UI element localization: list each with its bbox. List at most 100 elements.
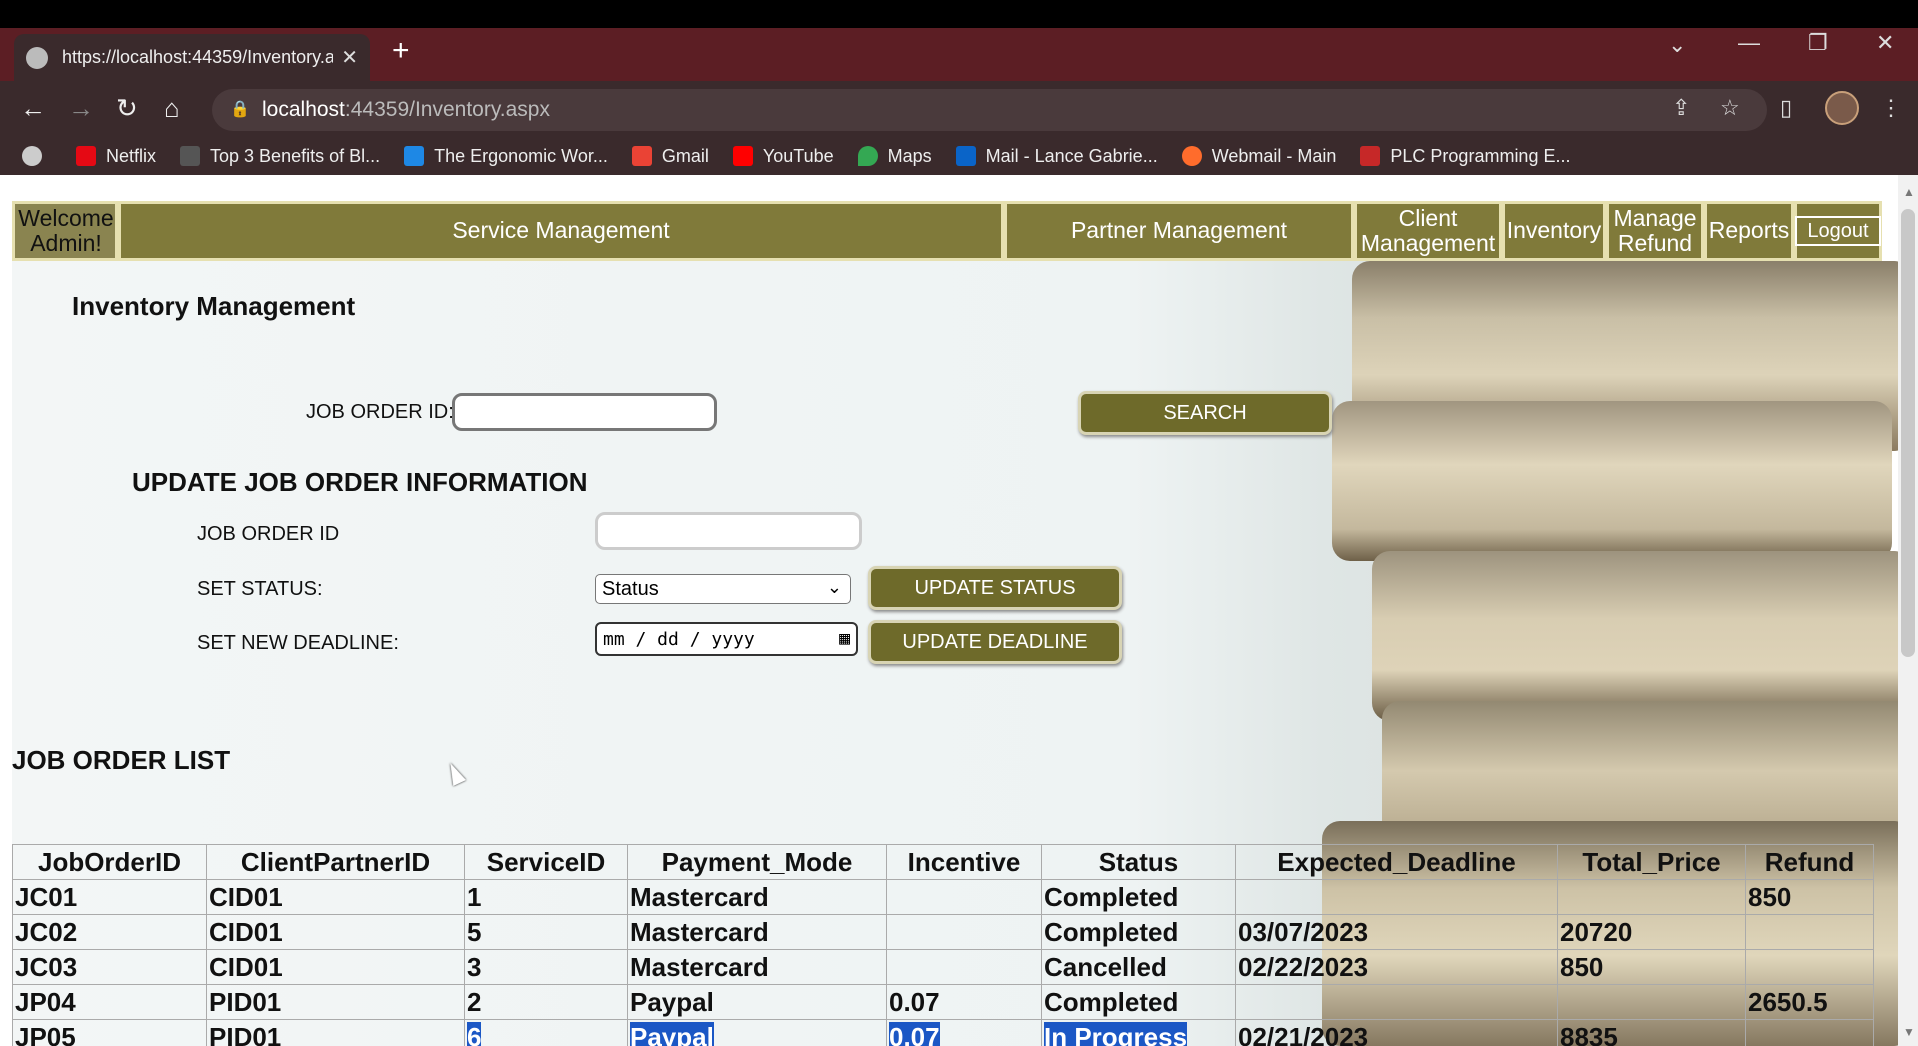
col-payment-mode: Payment_Mode <box>627 844 887 880</box>
cell: Mastercard <box>627 879 887 915</box>
menu-kebab-icon[interactable]: ⋮ <box>1880 95 1902 121</box>
site-icon <box>180 146 201 166</box>
forward-button[interactable]: → <box>68 93 94 124</box>
bookmark-top3[interactable]: Top 3 Benefits of Bl... <box>180 146 380 167</box>
minimize-button[interactable]: — <box>1738 30 1760 56</box>
status-select[interactable]: Status ⌄ <box>595 574 851 604</box>
menu-partner-management[interactable]: Partner Management <box>1004 201 1354 261</box>
cell <box>1745 914 1874 950</box>
search-button[interactable]: SEARCH <box>1078 391 1332 435</box>
deadline-date-input[interactable]: mm / dd / yyyy ▦ <box>595 622 858 656</box>
table-header-row: JobOrderID ClientPartnerID ServiceID Pay… <box>12 844 1874 880</box>
netflix-icon <box>76 146 96 166</box>
bookmark-ergonomic[interactable]: The Ergonomic Wor... <box>404 146 608 167</box>
job-order-id-input[interactable] <box>595 512 862 550</box>
side-panel-icon[interactable]: ▯ <box>1780 95 1792 121</box>
cell: JC01 <box>12 879 207 915</box>
browser-tab[interactable]: https://localhost:44359/Inventory.aspx ✕ <box>14 34 370 81</box>
outlook-icon <box>955 146 976 166</box>
update-deadline-button[interactable]: UPDATE DEADLINE <box>868 620 1122 664</box>
menu-reports[interactable]: Reports <box>1704 201 1794 261</box>
back-button[interactable]: ← <box>20 93 46 124</box>
bookmark-gmail[interactable]: Gmail <box>631 146 709 167</box>
bookmark-netflix[interactable]: Netflix <box>76 146 156 167</box>
selected-text: In Progress <box>1044 1021 1188 1046</box>
bookmark-star-icon[interactable]: ☆ <box>1720 95 1740 121</box>
job-order-id-label: JOB ORDER ID <box>197 523 340 545</box>
bookmark-mail[interactable]: Mail - Lance Gabrie... <box>955 146 1158 167</box>
cell: In Progress <box>1041 1019 1236 1046</box>
cell <box>1235 984 1558 1020</box>
restore-button[interactable]: ❐ <box>1808 30 1828 56</box>
share-icon[interactable]: ⇪ <box>1672 95 1690 121</box>
table-row: JC01 CID01 1 Mastercard Completed 850 <box>12 879 1874 915</box>
menu-inventory[interactable]: Inventory <box>1502 201 1606 261</box>
cell: 6 <box>464 1019 628 1046</box>
cell: JC03 <box>12 949 207 985</box>
menu-client-management[interactable]: Client Management <box>1354 201 1502 261</box>
globe-icon <box>26 46 48 69</box>
apps-icon[interactable] <box>22 146 52 166</box>
cell: Completed <box>1041 914 1236 950</box>
table-row: JC02 CID01 5 Mastercard Completed 03/07/… <box>12 914 1874 950</box>
scroll-up-icon[interactable]: ▲ <box>1903 185 1915 199</box>
bookmark-youtube[interactable]: YouTube <box>732 146 834 167</box>
cell <box>1745 949 1874 985</box>
logout-button[interactable]: Logout <box>1795 216 1881 246</box>
cell <box>1235 879 1558 915</box>
close-tab-icon[interactable]: ✕ <box>341 45 358 70</box>
home-button[interactable]: ⌂ <box>164 93 180 124</box>
lock-icon: 🔒 <box>230 101 250 118</box>
cell <box>1745 1019 1874 1046</box>
col-clientpartnerid: ClientPartnerID <box>206 844 465 880</box>
search-job-order-input[interactable] <box>452 393 717 431</box>
cell: 03/07/2023 <box>1235 914 1558 950</box>
col-refund: Refund <box>1745 844 1874 880</box>
page-scrollbar[interactable]: ▲ ▼ <box>1898 175 1918 1046</box>
cell: 0.07 <box>886 1019 1042 1046</box>
cell: Cancelled <box>1041 949 1236 985</box>
cell: Completed <box>1041 984 1236 1020</box>
web-page: Welcome Admin! Service Management Partne… <box>0 175 1898 1046</box>
cell: 850 <box>1745 879 1874 915</box>
col-expected-deadline: Expected_Deadline <box>1235 844 1558 880</box>
col-serviceid: ServiceID <box>464 844 628 880</box>
reload-button[interactable]: ↻ <box>116 93 138 124</box>
tab-strip: https://localhost:44359/Inventory.aspx ✕… <box>0 28 1918 81</box>
bookmark-plc[interactable]: PLC Programming E... <box>1360 146 1570 167</box>
bookmark-maps[interactable]: Maps <box>857 146 932 167</box>
address-bar[interactable]: 🔒 localhost:44359/Inventory.aspx <box>212 89 1767 131</box>
new-tab-button[interactable]: + <box>392 34 410 68</box>
scrollbar-thumb[interactable] <box>1901 209 1915 657</box>
cell: Completed <box>1041 879 1236 915</box>
col-total-price: Total_Price <box>1557 844 1746 880</box>
menu-service-management[interactable]: Service Management <box>118 201 1004 261</box>
calendar-icon[interactable]: ▦ <box>839 628 850 649</box>
bookmark-webmail[interactable]: Webmail - Main <box>1181 146 1336 167</box>
cell <box>1557 879 1746 915</box>
table-row: JC03 CID01 3 Mastercard Cancelled 02/22/… <box>12 949 1874 985</box>
cell: JP04 <box>12 984 207 1020</box>
scroll-down-icon[interactable]: ▼ <box>1903 1025 1915 1039</box>
cell: PID01 <box>206 984 465 1020</box>
pt-icon <box>404 146 425 166</box>
cell: 2 <box>464 984 628 1020</box>
selected-text: Paypal <box>630 1021 714 1046</box>
update-status-button[interactable]: UPDATE STATUS <box>868 566 1122 610</box>
cell: 850 <box>1557 949 1746 985</box>
main-menu: Welcome Admin! Service Management Partne… <box>12 201 1882 261</box>
update-section-title: UPDATE JOB ORDER INFORMATION <box>132 467 588 497</box>
tab-title: https://localhost:44359/Inventory.aspx <box>62 47 334 67</box>
close-window-button[interactable]: ✕ <box>1876 30 1894 56</box>
cell: CID01 <box>206 914 465 950</box>
menu-logout-cell: Logout <box>1794 201 1882 261</box>
job-order-table: JobOrderID ClientPartnerID ServiceID Pay… <box>12 844 1874 1046</box>
menu-manage-refund[interactable]: Manage Refund <box>1606 201 1704 261</box>
browser-toolbar: ← → ↻ ⌂ 🔒 localhost:44359/Inventory.aspx… <box>0 81 1918 137</box>
window-top-bar <box>0 0 1918 28</box>
search-job-order-label: JOB ORDER ID: <box>306 401 454 423</box>
profile-avatar[interactable] <box>1825 91 1859 125</box>
tab-search-icon[interactable]: ⌄ <box>1668 32 1686 58</box>
cell: 8835 <box>1557 1019 1746 1046</box>
url-path: :44359/Inventory.aspx <box>344 98 550 121</box>
